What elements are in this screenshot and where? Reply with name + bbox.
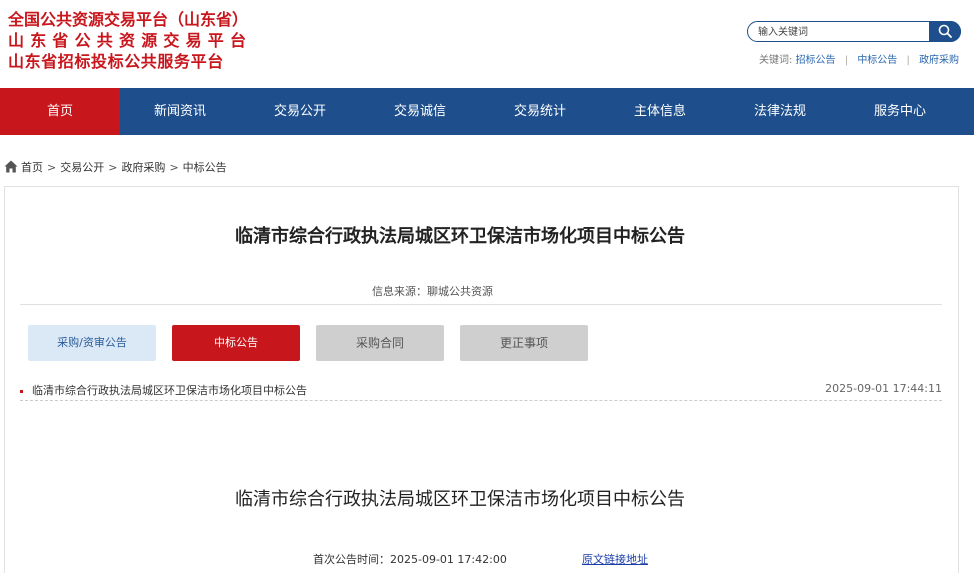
list-item-link[interactable]: 临清市综合行政执法局城区环卫保洁市场化项目中标公告 <box>32 382 307 398</box>
nav-item-entity-info[interactable]: 主体信息 <box>600 88 720 135</box>
document-title: 临清市综合行政执法局城区环卫保洁市场化项目中标公告 <box>235 489 685 510</box>
home-icon <box>4 160 18 173</box>
nav-item-trade-public[interactable]: 交易公开 <box>240 88 360 135</box>
breadcrumb-separator: > <box>108 161 118 174</box>
nav-item-trade-credit[interactable]: 交易诚信 <box>360 88 480 135</box>
breadcrumb-trade-public[interactable]: 交易公开 <box>60 161 104 174</box>
breadcrumb-home[interactable]: 首页 <box>21 161 43 174</box>
logo-line-2: 山东省公共资源交易平台 <box>8 31 253 50</box>
nav-item-trade-stats[interactable]: 交易统计 <box>480 88 600 135</box>
page-header: 全国公共资源交易平台（山东省） 山东省公共资源交易平台 山东省招标投标公共服务平… <box>0 0 974 88</box>
search-icon <box>938 24 952 38</box>
nav-item-service[interactable]: 服务中心 <box>840 88 960 135</box>
tab-procurement-notice[interactable]: 采购/资审公告 <box>28 325 156 361</box>
first-publish-time: 首次公告时间：2025-09-01 17:42:00 <box>313 553 507 566</box>
list-item-date: 2025-09-01 17:44:11 <box>825 382 942 395</box>
main-nav: 首页 新闻资讯 交易公开 交易诚信 交易统计 主体信息 法律法规 服务中心 <box>0 88 974 135</box>
breadcrumb: 首页 > 交易公开 > 政府采购 > 中标公告 <box>4 159 227 175</box>
bullet-icon <box>20 390 23 393</box>
keyword-link[interactable]: 中标公告 <box>857 55 897 66</box>
site-logo[interactable]: 全国公共资源交易平台（山东省） 山东省公共资源交易平台 山东省招标投标公共服务平… <box>8 10 252 72</box>
keyword-link[interactable]: 政府采购 <box>919 55 959 66</box>
nav-item-home[interactable]: 首页 <box>0 88 120 135</box>
hot-keywords: 关键词: 招标公告 | 中标公告 | 政府采购 <box>759 51 959 66</box>
breadcrumb-current[interactable]: 中标公告 <box>183 161 227 174</box>
breadcrumb-gov-procurement[interactable]: 政府采购 <box>121 161 165 174</box>
original-link[interactable]: 原文链接地址 <box>582 551 648 567</box>
divider <box>20 304 942 305</box>
search-input[interactable] <box>758 24 928 40</box>
nav-item-news[interactable]: 新闻资讯 <box>120 88 240 135</box>
page-title: 临清市综合行政执法局城区环卫保洁市场化项目中标公告 <box>235 226 685 247</box>
keyword-link[interactable]: 招标公告 <box>796 55 836 66</box>
logo-line-3: 山东省招标投标公共服务平台 <box>8 52 224 71</box>
tab-correction[interactable]: 更正事项 <box>460 325 588 361</box>
tab-award-notice[interactable]: 中标公告 <box>172 325 300 361</box>
keywords-label: 关键词: <box>759 55 793 66</box>
tab-procurement-contract[interactable]: 采购合同 <box>316 325 444 361</box>
search-box <box>747 21 961 42</box>
breadcrumb-separator: > <box>47 161 57 174</box>
keyword-divider: | <box>844 55 849 66</box>
list-item: 临清市综合行政执法局城区环卫保洁市场化项目中标公告 2025-09-01 17:… <box>20 380 942 401</box>
search-button[interactable] <box>929 21 961 42</box>
breadcrumb-separator: > <box>169 161 179 174</box>
keyword-divider: | <box>906 55 910 66</box>
info-source: 信息来源：聊城公共资源 <box>372 285 493 298</box>
nav-item-laws[interactable]: 法律法规 <box>720 88 840 135</box>
logo-line-1: 全国公共资源交易平台（山东省） <box>8 10 249 29</box>
